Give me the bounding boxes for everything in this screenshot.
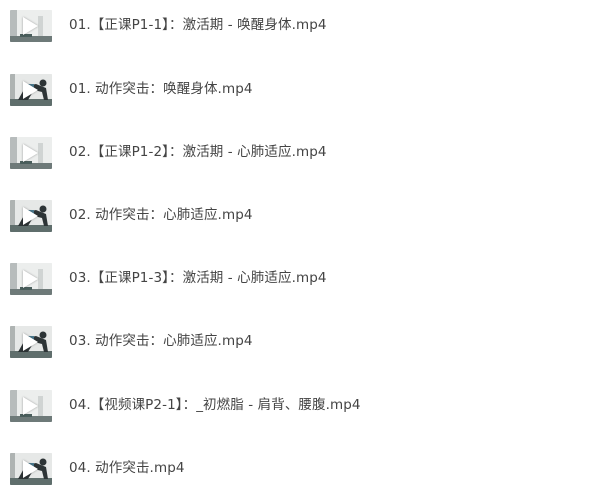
video-file-list: 01.【正课P1-1】：激活期 - 唤醒身体.mp4 01. 动作突击：唤醒身体… <box>0 0 592 495</box>
play-icon <box>23 333 38 351</box>
file-name: 01.【正课P1-1】：激活期 - 唤醒身体.mp4 <box>69 17 327 33</box>
file-name: 03. 动作突击：心肺适应.mp4 <box>69 333 253 349</box>
play-icon <box>23 270 38 288</box>
video-thumbnail[interactable] <box>10 263 52 295</box>
file-name: 04. 动作突击.mp4 <box>69 460 185 476</box>
play-icon <box>23 144 38 162</box>
file-name: 03.【正课P1-3】：激活期 - 心肺适应.mp4 <box>69 270 327 286</box>
video-thumbnail[interactable] <box>10 74 52 106</box>
video-thumbnail[interactable] <box>10 10 52 42</box>
play-icon <box>23 397 38 415</box>
file-name: 02.【正课P1-2】：激活期 - 心肺适应.mp4 <box>69 144 327 160</box>
file-row-6[interactable]: 03. 动作突击：心肺适应.mp4 <box>0 324 592 360</box>
file-row-8[interactable]: 04. 动作突击.mp4 <box>0 451 592 487</box>
file-row-5[interactable]: 03.【正课P1-3】：激活期 - 心肺适应.mp4 <box>0 261 592 297</box>
play-icon <box>23 81 38 99</box>
play-icon <box>23 207 38 225</box>
video-thumbnail[interactable] <box>10 326 52 358</box>
video-thumbnail[interactable] <box>10 200 52 232</box>
video-thumbnail[interactable] <box>10 137 52 169</box>
file-name: 04.【视频课P2-1】：_初燃脂 - 肩背、腰腹.mp4 <box>69 397 361 413</box>
video-thumbnail[interactable] <box>10 390 52 422</box>
file-name: 01. 动作突击：唤醒身体.mp4 <box>69 81 253 97</box>
file-row-4[interactable]: 02. 动作突击：心肺适应.mp4 <box>0 198 592 234</box>
file-name: 02. 动作突击：心肺适应.mp4 <box>69 207 253 223</box>
file-row-7[interactable]: 04.【视频课P2-1】：_初燃脂 - 肩背、腰腹.mp4 <box>0 388 592 424</box>
file-row-3[interactable]: 02.【正课P1-2】：激活期 - 心肺适应.mp4 <box>0 135 592 171</box>
play-icon <box>23 17 38 35</box>
play-icon <box>23 460 38 478</box>
file-row-2[interactable]: 01. 动作突击：唤醒身体.mp4 <box>0 72 592 108</box>
video-thumbnail[interactable] <box>10 453 52 485</box>
file-row-1[interactable]: 01.【正课P1-1】：激活期 - 唤醒身体.mp4 <box>0 8 592 44</box>
